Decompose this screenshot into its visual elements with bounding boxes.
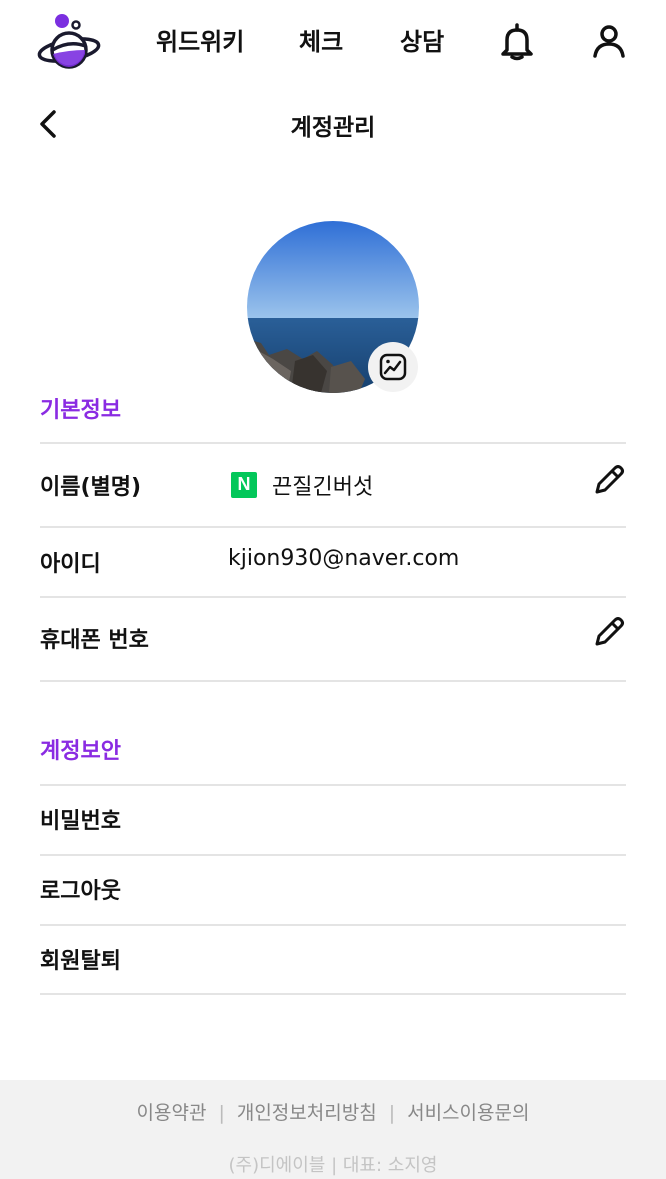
id-value: kjion930@naver.com [228, 546, 460, 571]
bell-icon[interactable] [499, 22, 535, 62]
naver-badge-letter: N [237, 474, 251, 494]
divider [40, 526, 626, 528]
nickname-value: 끈질긴버섯 [272, 475, 374, 500]
section-title-security: 계정보안 [40, 739, 121, 764]
divider [40, 993, 626, 995]
footer-separator: | [218, 1102, 225, 1124]
footer: 이용약관 | 개인정보처리방침 | 서비스이용문의 (주)디에이블 | 대표: 소지영 [0, 1080, 666, 1179]
planet-logo-icon[interactable] [36, 10, 102, 76]
nav-link-check[interactable]: 체크 [299, 22, 343, 57]
pencil-icon[interactable] [591, 462, 627, 498]
divider [40, 784, 626, 786]
nav-link-consult[interactable]: 상담 [400, 22, 444, 57]
user-icon[interactable] [591, 22, 627, 62]
image-edit-icon[interactable] [368, 342, 418, 392]
menu-item-withdraw[interactable]: 회원탈퇴 [40, 943, 121, 975]
divider [40, 442, 626, 444]
divider [40, 596, 626, 598]
nav-link-wiki[interactable]: 위드위키 [156, 22, 244, 57]
menu-item-password[interactable]: 비밀번호 [40, 803, 121, 835]
section-title-basic-info: 기본정보 [40, 398, 121, 423]
top-navigation: 위드위키 체크 상담 [0, 0, 666, 84]
divider [40, 680, 626, 682]
phone-label: 휴대폰 번호 [40, 628, 149, 653]
name-label: 이름(별명) [40, 475, 142, 500]
divider [40, 854, 626, 856]
profile-avatar [247, 221, 419, 393]
footer-link-privacy[interactable]: 개인정보처리방침 [237, 1102, 377, 1124]
footer-company-info: (주)디에이블 | 대표: 소지영 [228, 1155, 438, 1176]
naver-login-badge: N [231, 472, 257, 498]
page-title: 계정관리 [290, 115, 376, 141]
footer-link-terms[interactable]: 이용약관 [137, 1102, 207, 1124]
id-label: 아이디 [40, 552, 101, 577]
footer-separator: | [388, 1102, 396, 1124]
footer-link-inquiry[interactable]: 서비스이용문의 [407, 1102, 529, 1124]
menu-item-logout[interactable]: 로그아웃 [40, 873, 121, 905]
divider [40, 924, 626, 926]
footer-links: 이용약관 | 개인정보처리방침 | 서비스이용문의 [0, 1098, 666, 1125]
page-header: 계정관리 [0, 96, 666, 152]
pencil-icon[interactable] [591, 614, 627, 650]
